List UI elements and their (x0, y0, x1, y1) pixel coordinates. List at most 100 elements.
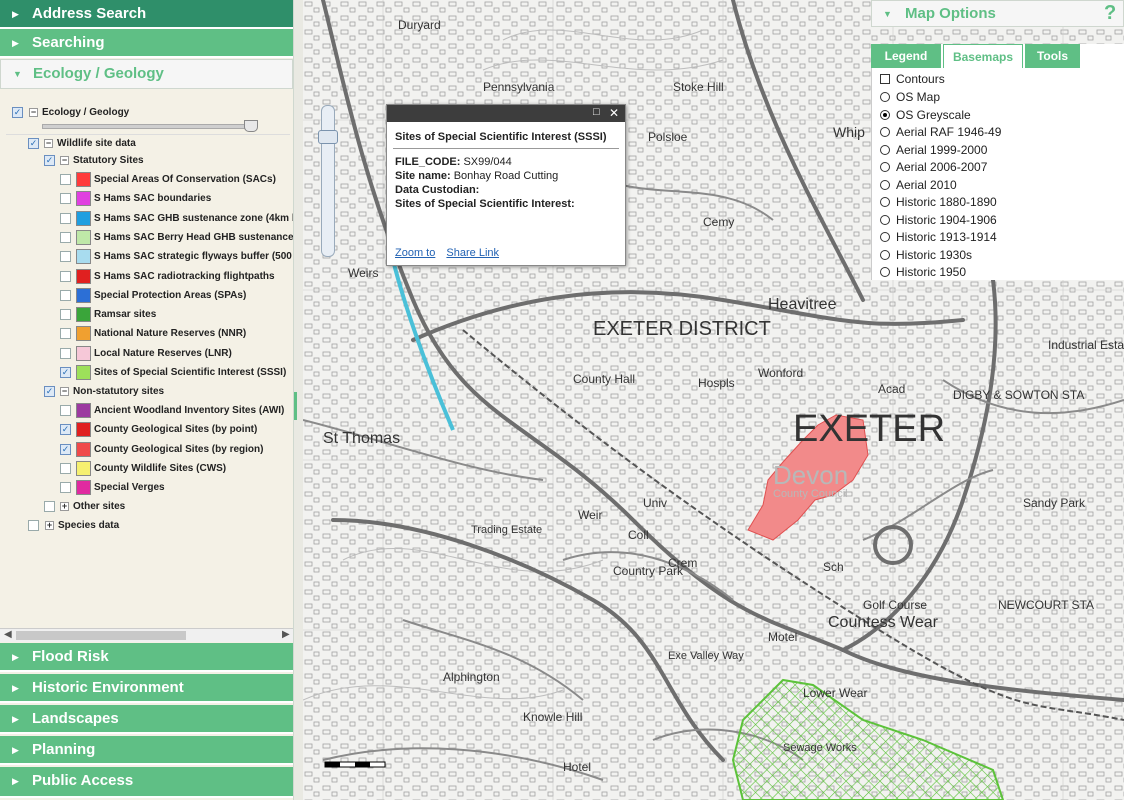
radio-button[interactable] (880, 127, 890, 137)
zoom-slider[interactable] (321, 105, 335, 257)
accordion-flood-risk[interactable]: ▶ Flood Risk (0, 643, 293, 672)
checkbox[interactable]: ✓ (28, 138, 39, 149)
checkbox[interactable] (60, 328, 71, 340)
checkbox[interactable] (44, 501, 55, 512)
basemap-option[interactable]: Aerial RAF 1946-49 (880, 124, 1001, 141)
slider-handle[interactable] (244, 120, 258, 132)
layer-item[interactable]: ✓ County Geological Sites (by region) (60, 441, 292, 459)
accordion-planning[interactable]: ▶ Planning (0, 736, 293, 765)
checkbox[interactable] (880, 74, 890, 84)
radio-button[interactable] (880, 144, 890, 155)
basemap-option[interactable]: Historic 1904-1906 (880, 212, 997, 229)
basemap-option[interactable]: Historic 1880-1890 (880, 194, 997, 211)
scroll-thumb[interactable] (16, 631, 186, 640)
checkbox[interactable]: ✓ (12, 107, 23, 118)
layer-item[interactable]: Ramsar sites (60, 306, 292, 324)
checkbox[interactable] (60, 193, 71, 205)
radio-button[interactable] (880, 162, 890, 172)
checkbox[interactable] (60, 174, 71, 185)
radio-button[interactable] (880, 109, 890, 120)
accordion-landscapes[interactable]: ▶ Landscapes (0, 705, 293, 734)
accordion-searching[interactable]: ▶ Searching (0, 29, 293, 58)
layer-item[interactable]: Special Areas Of Conservation (SACs) (60, 171, 292, 189)
layer-item[interactable]: ✓ Sites of Special Scientific Interest (S… (60, 364, 292, 382)
checkbox[interactable]: ✓ (44, 386, 55, 397)
collapse-toggle[interactable]: − (60, 156, 69, 165)
tree-wildlife-site-data[interactable]: ✓ − Wildlife site data (28, 135, 288, 153)
checkbox[interactable] (60, 212, 71, 224)
layer-item[interactable]: National Nature Reserves (NNR) (60, 325, 292, 343)
layer-item[interactable]: S Hams SAC strategic flyways buffer (500 (60, 248, 292, 266)
radio-button[interactable] (880, 249, 890, 260)
accordion-historic-environment[interactable]: ▶ Historic Environment (0, 674, 293, 703)
layer-item[interactable]: S Hams SAC boundaries (60, 190, 292, 208)
basemap-option[interactable]: Aerial 2010 (880, 177, 957, 194)
checkbox[interactable] (60, 309, 71, 321)
checkbox[interactable] (60, 482, 71, 494)
expand-toggle[interactable]: + (60, 502, 69, 511)
collapse-toggle[interactable]: − (60, 387, 69, 396)
checkbox[interactable] (60, 289, 71, 301)
tree-statutory-sites[interactable]: ✓ − Statutory Sites (44, 152, 288, 170)
checkbox[interactable]: ✓ (60, 367, 71, 378)
checkbox[interactable] (60, 405, 71, 416)
layer-item[interactable]: ✓ County Geological Sites (by point) (60, 421, 292, 439)
tab-tools[interactable]: Tools (1025, 44, 1080, 68)
collapse-toggle[interactable]: − (29, 108, 38, 117)
basemap-option[interactable]: Aerial 1999-2000 (880, 142, 987, 159)
tab-legend[interactable]: Legend (871, 44, 941, 68)
help-icon[interactable]: ? (1104, 2, 1116, 25)
tree-species-data[interactable]: + Species data (28, 517, 288, 535)
checkbox[interactable]: ✓ (44, 155, 55, 166)
zoom-to-link[interactable]: Zoom to (395, 247, 435, 259)
checkbox[interactable] (60, 462, 71, 474)
panel-splitter[interactable] (293, 0, 303, 800)
checkbox[interactable]: ✓ (60, 424, 71, 436)
layer-item[interactable]: Special Verges (60, 479, 292, 497)
basemap-option[interactable]: Historic 1950 (880, 264, 966, 280)
layer-item[interactable]: S Hams SAC radiotracking flightpaths (60, 268, 292, 286)
basemap-option[interactable]: OS Greyscale (880, 107, 971, 124)
checkbox[interactable] (60, 270, 71, 282)
zoom-handle[interactable] (318, 130, 338, 144)
checkbox[interactable] (28, 520, 39, 531)
accordion-public-access[interactable]: ▶ Public Access (0, 767, 293, 798)
basemap-option[interactable]: Aerial 2006-2007 (880, 159, 987, 176)
scroll-left-icon[interactable]: ◀ (4, 629, 12, 640)
opacity-slider[interactable] (42, 124, 256, 129)
scroll-right-icon[interactable]: ▶ (282, 629, 290, 640)
radio-button[interactable] (880, 197, 890, 207)
tree-non-statutory-sites[interactable]: ✓ − Non-statutory sites (44, 383, 288, 401)
layer-item[interactable]: S Hams SAC Berry Head GHB sustenance (60, 229, 293, 247)
checkbox[interactable]: ✓ (60, 443, 71, 455)
radio-button[interactable] (880, 179, 890, 190)
share-link[interactable]: Share Link (446, 247, 499, 259)
radio-button[interactable] (880, 92, 890, 102)
close-icon[interactable]: ✕ (609, 106, 619, 120)
horizontal-scrollbar[interactable]: ◀ ▶ (0, 628, 293, 642)
radio-button[interactable] (880, 232, 890, 242)
layer-item[interactable]: Local Nature Reserves (LNR) (60, 345, 292, 363)
collapse-toggle[interactable]: − (44, 139, 53, 148)
layer-item[interactable]: S Hams SAC GHB sustenance zone (4km b (60, 210, 293, 228)
maximize-icon[interactable]: □ (593, 106, 600, 118)
tree-other-sites[interactable]: + Other sites (44, 498, 288, 516)
tab-basemaps[interactable]: Basemaps (943, 44, 1023, 68)
contours-option[interactable]: Contours (880, 71, 945, 88)
expand-toggle[interactable]: + (45, 521, 54, 530)
splitter-grip[interactable] (294, 392, 297, 420)
basemap-option[interactable]: OS Map (880, 89, 940, 106)
radio-button[interactable] (880, 267, 890, 277)
checkbox[interactable] (60, 347, 71, 359)
checkbox[interactable] (60, 231, 71, 243)
accordion-address-search[interactable]: ▶ Address Search (0, 0, 293, 29)
radio-button[interactable] (880, 214, 890, 225)
checkbox[interactable] (60, 251, 71, 263)
accordion-ecology-geology[interactable]: ▼ Ecology / Geology (0, 59, 293, 89)
layer-item[interactable]: Special Protection Areas (SPAs) (60, 287, 292, 305)
layer-item[interactable]: Ancient Woodland Inventory Sites (AWI) (60, 402, 292, 420)
basemap-option[interactable]: Historic 1930s (880, 247, 972, 264)
layer-item[interactable]: County Wildlife Sites (CWS) (60, 460, 292, 478)
basemap-option[interactable]: Historic 1913-1914 (880, 229, 997, 246)
map-options-header[interactable]: ▼ Map Options ? (871, 0, 1124, 27)
